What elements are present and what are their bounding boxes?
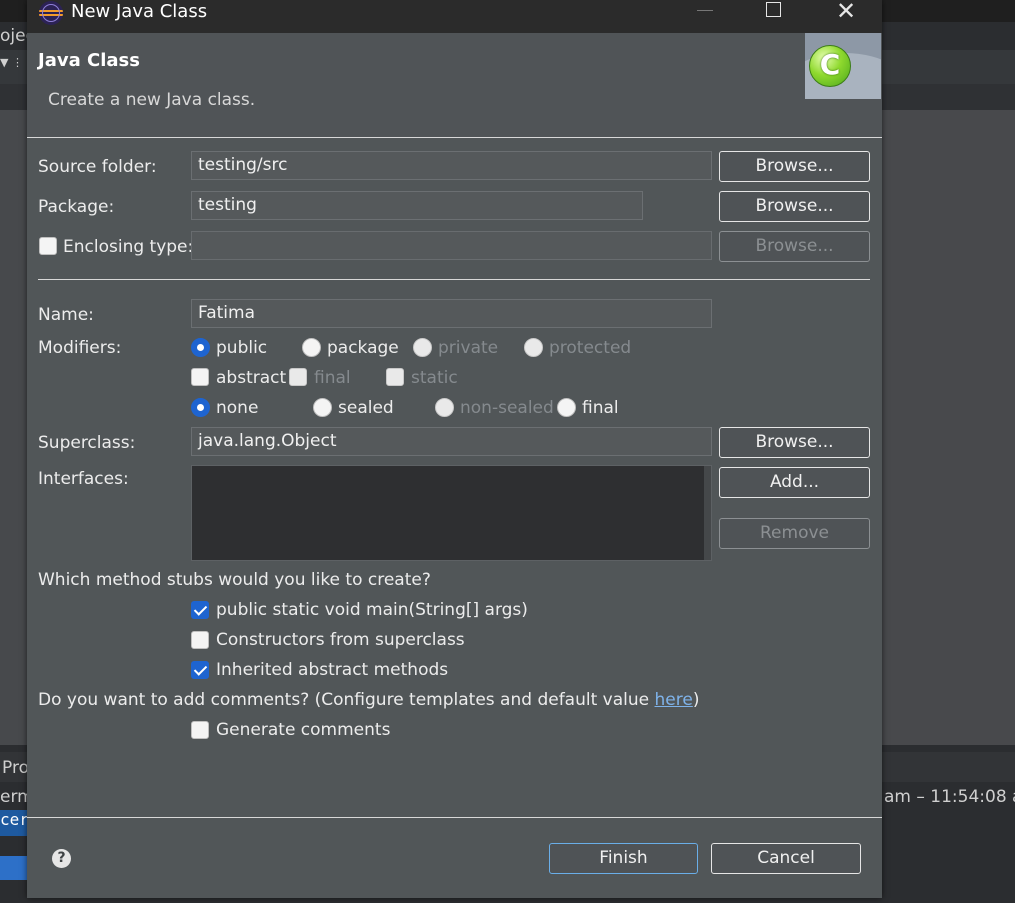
source-folder-label: Source folder: xyxy=(38,157,157,177)
minimize-icon[interactable] xyxy=(697,10,713,11)
footer-separator xyxy=(27,817,882,818)
interfaces-scrollbar[interactable] xyxy=(704,466,711,560)
stub-inherited-checkbox[interactable] xyxy=(191,661,209,679)
modifier-static-label[interactable]: static xyxy=(411,368,458,388)
ide-selected-line: cer xyxy=(0,810,28,836)
package-browse-button[interactable]: Browse... xyxy=(719,191,870,222)
enclosing-type-browse-button[interactable]: Browse... xyxy=(719,231,870,262)
help-icon[interactable]: ? xyxy=(52,849,71,868)
superclass-label: Superclass: xyxy=(38,433,136,453)
ide-left-panel xyxy=(0,110,28,745)
modifier-protected-label[interactable]: protected xyxy=(549,338,631,358)
stub-main-checkbox[interactable] xyxy=(191,601,209,619)
remove-interface-button[interactable]: Remove xyxy=(719,518,870,549)
modifier-static-checkbox[interactable] xyxy=(386,368,404,386)
wizard-page-title: Java Class xyxy=(38,50,140,71)
generate-comments-label[interactable]: Generate comments xyxy=(216,720,390,740)
stub-main-label[interactable]: public static void main(String[] args) xyxy=(216,600,528,620)
stub-inherited-label[interactable]: Inherited abstract methods xyxy=(216,660,448,680)
ide-blue-marker xyxy=(0,856,28,880)
modifier-public-label[interactable]: public xyxy=(216,338,267,358)
finish-button[interactable]: Finish xyxy=(549,843,698,874)
modifier-final-label[interactable]: final xyxy=(314,368,351,388)
modifier-package-radio[interactable] xyxy=(302,338,321,357)
close-icon[interactable]: ✕ xyxy=(835,0,857,23)
package-label: Package: xyxy=(38,197,115,217)
wizard-page-description: Create a new Java class. xyxy=(48,90,256,110)
modifier-private-radio[interactable] xyxy=(413,338,432,357)
enclosing-type-checkbox[interactable] xyxy=(39,237,57,255)
seal-non-sealed-label[interactable]: non-sealed xyxy=(460,398,554,418)
modifier-abstract-label[interactable]: abstract xyxy=(216,368,286,388)
enclosing-type-field[interactable] xyxy=(191,231,712,260)
cancel-button[interactable]: Cancel xyxy=(711,843,861,874)
toolbar-dropdown-icon[interactable]: ▼ ⋮ xyxy=(0,56,23,69)
add-interface-button[interactable]: Add... xyxy=(719,467,870,498)
dialog-title-bar: New Java Class ✕ xyxy=(27,0,882,33)
stub-constructors-checkbox[interactable] xyxy=(191,631,209,649)
source-folder-browse-button[interactable]: Browse... xyxy=(719,151,870,182)
seal-final-radio[interactable] xyxy=(557,398,576,417)
seal-sealed-label[interactable]: sealed xyxy=(338,398,394,418)
interfaces-list[interactable] xyxy=(191,465,712,561)
superclass-field[interactable]: java.lang.Object xyxy=(191,427,712,456)
dialog-title: New Java Class xyxy=(71,1,208,22)
generate-comments-checkbox[interactable] xyxy=(191,721,209,739)
seal-sealed-radio[interactable] xyxy=(313,398,332,417)
interfaces-label: Interfaces: xyxy=(38,469,129,489)
form-separator xyxy=(38,279,870,280)
modifier-final-checkbox[interactable] xyxy=(289,368,307,386)
modifier-public-radio[interactable] xyxy=(191,338,210,357)
header-separator xyxy=(27,137,882,138)
enclosing-type-label[interactable]: Enclosing type: xyxy=(63,237,193,257)
java-class-icon: C xyxy=(809,45,851,87)
eclipse-logo-icon xyxy=(39,1,63,25)
package-field[interactable]: testing xyxy=(191,191,643,220)
comments-question-close: ) xyxy=(692,690,700,710)
ide-bottom-tab-fragment[interactable]: Pro xyxy=(2,758,29,778)
seal-none-radio[interactable] xyxy=(191,398,210,417)
new-java-class-dialog: New Java Class ✕ C Java Class Create a n… xyxy=(27,0,882,898)
stub-constructors-label[interactable]: Constructors from superclass xyxy=(216,630,465,650)
seal-none-label[interactable]: none xyxy=(216,398,258,418)
name-label: Name: xyxy=(38,305,94,325)
modifier-protected-radio[interactable] xyxy=(524,338,543,357)
modifier-package-label[interactable]: package xyxy=(327,338,399,358)
comments-question-text: Do you want to add comments? (Configure … xyxy=(38,690,650,710)
superclass-browse-button[interactable]: Browse... xyxy=(719,427,870,458)
modifiers-label: Modifiers: xyxy=(38,338,122,358)
wizard-header xyxy=(27,33,882,137)
modifier-private-label[interactable]: private xyxy=(438,338,498,358)
method-stubs-question: Which method stubs would you like to cre… xyxy=(38,570,431,590)
configure-templates-link[interactable]: here xyxy=(655,690,693,710)
ide-editor-area xyxy=(882,110,1015,745)
maximize-icon[interactable] xyxy=(766,2,781,17)
seal-final-label[interactable]: final xyxy=(582,398,619,418)
modifier-abstract-checkbox[interactable] xyxy=(191,368,209,386)
seal-non-sealed-radio[interactable] xyxy=(435,398,454,417)
source-folder-field[interactable]: testing/src xyxy=(191,151,712,180)
comments-question: Do you want to add comments? (Configure … xyxy=(38,690,699,710)
class-name-field[interactable]: Fatima xyxy=(191,299,712,328)
console-timestamp: am – 11:54:08 am xyxy=(884,787,1015,807)
